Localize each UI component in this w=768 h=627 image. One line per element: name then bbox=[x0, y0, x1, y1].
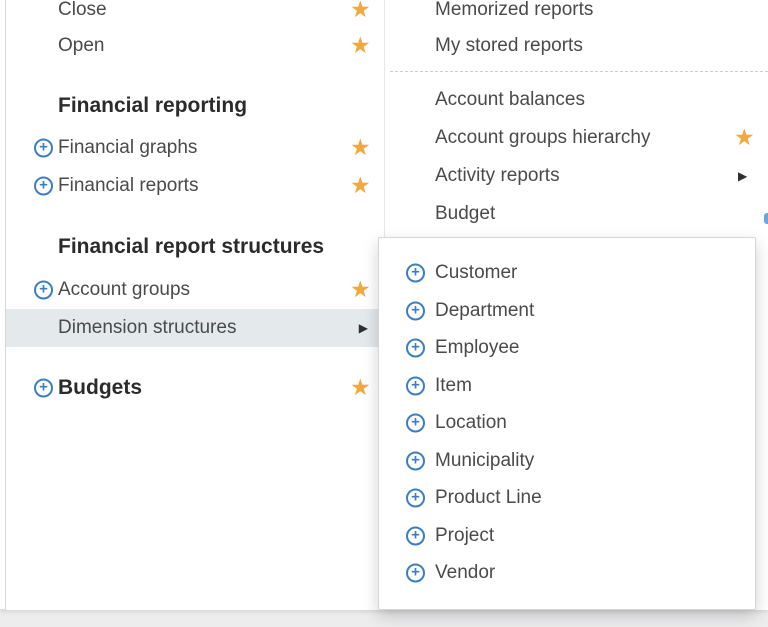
expand-plus-icon[interactable]: + bbox=[406, 526, 425, 546]
submenu-arrow-icon: ▶ bbox=[738, 169, 748, 183]
expand-plus-icon[interactable]: + bbox=[406, 563, 425, 583]
menu-item-label: Vendor bbox=[435, 562, 496, 583]
expand-plus-icon[interactable]: + bbox=[406, 263, 425, 283]
section-header-label: Financial report structures bbox=[58, 235, 325, 258]
menu-item-label: Account balances bbox=[435, 89, 585, 110]
expand-plus-icon[interactable]: + bbox=[406, 376, 425, 396]
flyout-item-department[interactable]: + Department bbox=[379, 292, 755, 330]
expand-plus-icon[interactable]: + bbox=[406, 413, 425, 433]
menu-item-label: Item bbox=[435, 375, 472, 396]
menu-item-label: Product Line bbox=[435, 487, 542, 508]
flyout-item-location[interactable]: + Location bbox=[379, 404, 755, 442]
flyout-item-item[interactable]: + Item bbox=[379, 367, 755, 405]
expand-plus-icon[interactable]: + bbox=[406, 488, 425, 508]
expand-plus-icon[interactable]: + bbox=[34, 378, 53, 398]
flyout-item-project[interactable]: + Project bbox=[379, 517, 755, 555]
menu-item-label: Financial reports bbox=[58, 175, 199, 196]
expand-plus-icon[interactable]: + bbox=[406, 451, 425, 471]
flyout-item-employee[interactable]: + Employee bbox=[379, 329, 755, 367]
dimension-structures-flyout: + Customer + Department + Employee + Ite… bbox=[378, 237, 756, 610]
favorite-star-icon[interactable]: ★ bbox=[350, 375, 371, 399]
menu-item-label: Project bbox=[435, 525, 495, 546]
menu-item-budget[interactable]: Budget bbox=[386, 195, 768, 233]
favorite-star-icon[interactable]: ★ bbox=[734, 125, 755, 149]
menu-item-close[interactable]: Close ★ bbox=[6, 0, 384, 29]
menu-item-label: Location bbox=[435, 412, 507, 433]
flyout-item-customer[interactable]: + Customer bbox=[379, 254, 755, 292]
expand-plus-icon[interactable]: + bbox=[34, 280, 53, 300]
menu-item-label: Customer bbox=[435, 262, 518, 283]
clipped-icon-artifact bbox=[764, 213, 768, 224]
favorite-star-icon[interactable]: ★ bbox=[350, 277, 371, 301]
menu-item-label: Account groups bbox=[58, 279, 191, 300]
menu-item-label: Close bbox=[58, 0, 107, 20]
menu-item-label: Department bbox=[435, 300, 535, 321]
favorite-star-icon[interactable]: ★ bbox=[350, 173, 371, 197]
menu-item-label: Financial graphs bbox=[58, 137, 198, 158]
menu-item-label: Municipality bbox=[435, 450, 535, 471]
expand-plus-icon[interactable]: + bbox=[34, 176, 53, 196]
left-menu-panel: Close ★ Open ★ Financial reporting + Fin… bbox=[5, 0, 385, 610]
menu-item-account-groups[interactable]: + Account groups ★ bbox=[6, 271, 384, 309]
menu-item-label: My stored reports bbox=[435, 35, 583, 56]
menu-item-financial-graphs[interactable]: + Financial graphs ★ bbox=[6, 129, 384, 167]
favorite-star-icon[interactable]: ★ bbox=[350, 135, 371, 159]
menu-item-label: Open bbox=[58, 35, 105, 56]
menu-item-account-balances[interactable]: Account balances bbox=[386, 81, 768, 119]
submenu-arrow-icon: ▶ bbox=[358, 321, 368, 335]
flyout-item-product-line[interactable]: + Product Line bbox=[379, 479, 755, 517]
menu-item-label: Dimension structures bbox=[58, 317, 237, 338]
menu-item-account-groups-hierarchy[interactable]: Account groups hierarchy ★ bbox=[386, 119, 768, 157]
menu-item-dimension-structures[interactable]: Dimension structures ▶ bbox=[6, 309, 384, 347]
menu-item-label: Account groups hierarchy bbox=[435, 127, 651, 148]
menu-item-label: Budgets bbox=[58, 376, 142, 399]
favorite-star-icon[interactable]: ★ bbox=[350, 0, 371, 21]
mega-menu-screen: Close ★ Open ★ Financial reporting + Fin… bbox=[0, 0, 768, 627]
menu-item-label: Budget bbox=[435, 203, 496, 224]
menu-item-label: Memorized reports bbox=[435, 0, 594, 20]
section-header-label: Financial reporting bbox=[58, 94, 248, 117]
menu-item-label: Activity reports bbox=[435, 165, 560, 186]
flyout-item-vendor[interactable]: + Vendor bbox=[379, 554, 755, 592]
expand-plus-icon[interactable]: + bbox=[34, 138, 53, 158]
flyout-item-municipality[interactable]: + Municipality bbox=[379, 442, 755, 480]
section-header-financial-report-structures: Financial report structures bbox=[6, 228, 384, 266]
section-header-financial-reporting: Financial reporting bbox=[6, 87, 384, 125]
menu-item-open[interactable]: Open ★ bbox=[6, 27, 384, 65]
menu-item-label: Employee bbox=[435, 337, 520, 358]
menu-item-financial-reports[interactable]: + Financial reports ★ bbox=[6, 167, 384, 205]
dashed-section-divider bbox=[390, 71, 768, 72]
favorite-star-icon[interactable]: ★ bbox=[350, 33, 371, 57]
menu-item-budgets[interactable]: + Budgets ★ bbox=[6, 369, 384, 407]
expand-plus-icon[interactable]: + bbox=[406, 301, 425, 321]
menu-item-my-stored-reports[interactable]: My stored reports bbox=[386, 27, 768, 65]
menu-item-activity-reports[interactable]: Activity reports ▶ bbox=[386, 157, 768, 195]
expand-plus-icon[interactable]: + bbox=[406, 338, 425, 358]
menu-item-memorized-reports[interactable]: Memorized reports bbox=[386, 0, 768, 29]
